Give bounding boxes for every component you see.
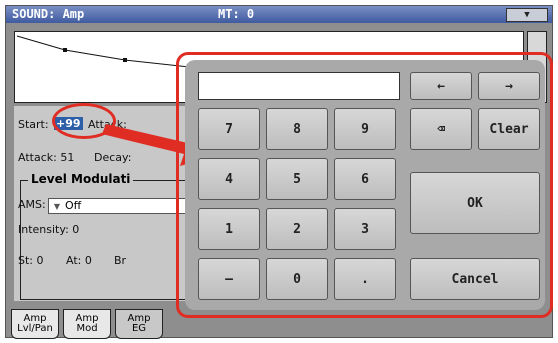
cursor-right-button[interactable]: →: [478, 72, 540, 100]
ams-value: Off: [65, 199, 82, 212]
key-6[interactable]: 6: [334, 158, 396, 200]
cursor-left-button[interactable]: ←: [410, 72, 472, 100]
ams-dropdown[interactable]: ▼ Off: [48, 198, 190, 214]
chevron-down-icon: ▼: [53, 202, 61, 211]
tab-label-line2: EG: [131, 323, 147, 334]
key-9[interactable]: 9: [334, 108, 396, 150]
track-indicator: MT: 0: [218, 7, 255, 21]
title-bar: SOUND: Amp MT: 0 ▼: [6, 6, 552, 23]
br-field[interactable]: Br: [114, 254, 126, 267]
page-title: SOUND: Amp: [12, 7, 85, 21]
arrow-right-icon: →: [505, 78, 513, 94]
tab-label-line2: Mod: [76, 323, 98, 334]
intensity-field[interactable]: Intensity: 0: [18, 223, 79, 236]
level-modulation-title: Level Modulati: [28, 172, 134, 186]
key-4[interactable]: 4: [198, 158, 260, 200]
backspace-icon: ⌫: [437, 121, 445, 137]
clear-button[interactable]: Clear: [478, 108, 540, 150]
key-1[interactable]: 1: [198, 208, 260, 250]
key-5[interactable]: 5: [266, 158, 328, 200]
attack-time-field[interactable]: Attack: 51: [18, 151, 74, 164]
decimal-point-key[interactable]: .: [334, 258, 396, 300]
keypad-display[interactable]: [198, 72, 400, 100]
key-7[interactable]: 7: [198, 108, 260, 150]
key-0[interactable]: 0: [266, 258, 328, 300]
ams-label: AMS:: [18, 198, 46, 211]
triangle-down-icon: ▼: [524, 10, 530, 20]
tab-amp-lvl-pan[interactable]: Amp Lvl/Pan: [11, 309, 59, 339]
st-field[interactable]: St: 0: [18, 254, 44, 267]
tab-amp-eg[interactable]: Amp EG: [115, 309, 163, 339]
key-8[interactable]: 8: [266, 108, 328, 150]
page-menu-button[interactable]: ▼: [506, 8, 548, 22]
tab-label-line2: Lvl/Pan: [17, 323, 53, 334]
backspace-button[interactable]: ⌫: [410, 108, 472, 150]
start-label: Start:: [18, 118, 49, 131]
minus-key[interactable]: –: [198, 258, 260, 300]
key-3[interactable]: 3: [334, 208, 396, 250]
ok-button[interactable]: OK: [410, 172, 540, 234]
at-field[interactable]: At: 0: [66, 254, 92, 267]
key-2[interactable]: 2: [266, 208, 328, 250]
arrow-left-icon: ←: [437, 78, 445, 94]
tab-amp-mod[interactable]: Amp Mod: [63, 309, 111, 339]
cancel-button[interactable]: Cancel: [410, 258, 540, 300]
